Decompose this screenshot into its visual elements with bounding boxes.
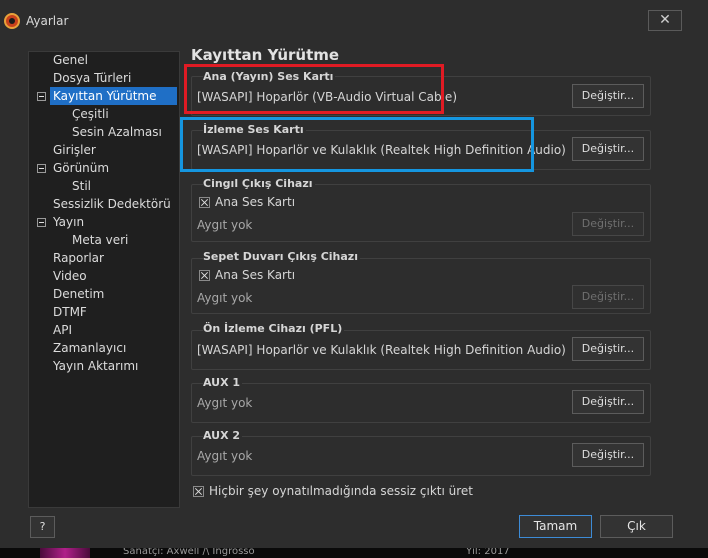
nav-item-sesin-azalmasi[interactable]: Sesin Azalması	[72, 123, 162, 141]
main-sound-card-change-button[interactable]: Değiştir...	[572, 84, 644, 108]
silence-output-checkbox[interactable]	[193, 486, 204, 497]
jingle-main-card-label: Ana Ses Kartı	[215, 195, 296, 209]
nav-item-yayin-aktarimi[interactable]: Yayın Aktarımı	[53, 357, 138, 375]
help-button[interactable]: ?	[30, 516, 55, 538]
aux1-value: Aygıt yok	[197, 396, 253, 410]
nav-item-api[interactable]: API	[53, 321, 72, 339]
nav-item-yayin[interactable]: Yayın	[53, 213, 84, 231]
ok-button[interactable]: Tamam	[519, 515, 592, 538]
aux1-title: AUX 1	[203, 376, 243, 389]
collapse-toggle-icon[interactable]	[37, 92, 46, 101]
sweeper-main-card-label: Ana Ses Kartı	[215, 268, 296, 282]
sweeper-output-change-button[interactable]: Değiştir...	[572, 285, 644, 309]
background-logo-icon	[40, 548, 90, 558]
pfl-device-value: [WASAPI] Hoparlör ve Kulaklık (Realtek H…	[197, 343, 566, 357]
jingle-output-change-button[interactable]: Değiştir...	[572, 212, 644, 236]
background-artist-text: Sanatçı: Axwell /\ Ingrosso	[123, 548, 255, 557]
nav-item-raporlar[interactable]: Raporlar	[53, 249, 104, 267]
nav-item-genel[interactable]: Genel	[53, 51, 88, 69]
close-button[interactable]: ✕	[648, 10, 682, 31]
pfl-device-title: Ön İzleme Cihazı (PFL)	[203, 322, 345, 335]
title-bar: Ayarlar ✕	[0, 0, 708, 44]
collapse-toggle-icon[interactable]	[37, 218, 46, 227]
background-app-strip: Sanatçı: Axwell /\ Ingrosso Yıl: 2017	[0, 548, 708, 558]
background-year-text: Yıl: 2017	[466, 548, 510, 557]
jingle-output-value: Aygıt yok	[197, 218, 253, 232]
nav-item-cesitli[interactable]: Çeşitli	[72, 105, 109, 123]
sweeper-output-value: Aygıt yok	[197, 291, 253, 305]
aux2-title: AUX 2	[203, 429, 243, 442]
nav-item-kayittan-yurutme[interactable]: Kayıttan Yürütme	[50, 87, 177, 105]
highlight-box-red	[184, 64, 444, 114]
nav-item-dosya-turleri[interactable]: Dosya Türleri	[53, 69, 131, 87]
window-title: Ayarlar	[26, 14, 69, 28]
jingle-output-title: Cingıl Çıkış Cihazı	[203, 177, 315, 190]
app-logo-icon	[4, 13, 20, 29]
settings-window: Ayarlar ✕ Genel Dosya Türleri Kayıttan Y…	[0, 0, 708, 558]
silence-output-label: Hiçbir şey oynatılmadığında sessiz çıktı…	[209, 484, 473, 498]
sweeper-main-card-checkbox[interactable]	[199, 270, 210, 281]
nav-item-meta-veri[interactable]: Meta veri	[72, 231, 128, 249]
nav-item-video[interactable]: Video	[53, 267, 87, 285]
nav-item-sessizlik-dedektoru[interactable]: Sessizlik Dedektörü	[53, 195, 171, 213]
jingle-main-card-checkbox[interactable]	[199, 197, 210, 208]
page-title: Kayıttan Yürütme	[191, 46, 340, 64]
sweeper-output-title: Sepet Duvarı Çıkış Cihazı	[203, 250, 360, 263]
aux2-value: Aygıt yok	[197, 449, 253, 463]
nav-item-denetim[interactable]: Denetim	[53, 285, 104, 303]
nav-item-zamanlayici[interactable]: Zamanlayıcı	[53, 339, 126, 357]
collapse-toggle-icon[interactable]	[37, 164, 46, 173]
monitor-sound-card-change-button[interactable]: Değiştir...	[572, 137, 644, 161]
nav-item-girisler[interactable]: Girişler	[53, 141, 96, 159]
aux1-change-button[interactable]: Değiştir...	[572, 390, 644, 414]
nav-item-stil[interactable]: Stil	[72, 177, 91, 195]
pfl-device-change-button[interactable]: Değiştir...	[572, 337, 644, 361]
highlight-box-blue	[180, 117, 534, 172]
cancel-button[interactable]: Çık	[600, 515, 673, 538]
nav-item-dtmf[interactable]: DTMF	[53, 303, 87, 321]
nav-item-gorunum[interactable]: Görünüm	[53, 159, 109, 177]
aux2-change-button[interactable]: Değiştir...	[572, 443, 644, 467]
